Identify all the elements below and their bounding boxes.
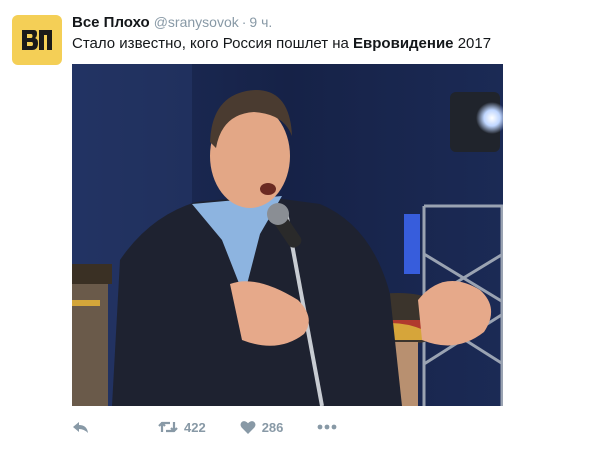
more-icon xyxy=(318,424,337,430)
avatar[interactable] xyxy=(12,15,62,65)
reply-button[interactable] xyxy=(72,419,96,435)
account-handle[interactable]: @sranysovok xyxy=(154,14,239,30)
timestamp[interactable]: 9 ч. xyxy=(249,14,272,30)
vp-logo-icon xyxy=(22,30,52,50)
tweet-actions: 422 286 xyxy=(72,416,377,438)
heart-icon xyxy=(240,420,256,434)
photo-illustration xyxy=(72,64,503,406)
like-button[interactable]: 286 xyxy=(240,419,284,435)
account-name[interactable]: Все Плохо xyxy=(72,14,150,31)
tweet-text: Стало известно, кого Россия пошлет на Ев… xyxy=(72,34,491,54)
like-count: 286 xyxy=(261,419,284,435)
retweet-button[interactable]: 422 xyxy=(158,419,206,435)
tweet-text-bold: Евровидение xyxy=(353,35,454,52)
tweet-photo[interactable] xyxy=(72,64,503,406)
separator: · xyxy=(241,14,247,30)
more-button[interactable] xyxy=(317,424,343,430)
tweet-header: Все Плохо @sranysovok · 9 ч. xyxy=(72,12,272,33)
retweet-count: 422 xyxy=(184,419,206,435)
tweet-text-suffix: 2017 xyxy=(453,35,492,52)
tweet-text-prefix: Стало известно, кого Россия пошлет на xyxy=(72,35,354,52)
reply-icon xyxy=(73,422,88,433)
tweet: Все Плохо @sranysovok · 9 ч. Стало известно… xyxy=(0,0,599,450)
retweet-icon xyxy=(158,421,178,433)
